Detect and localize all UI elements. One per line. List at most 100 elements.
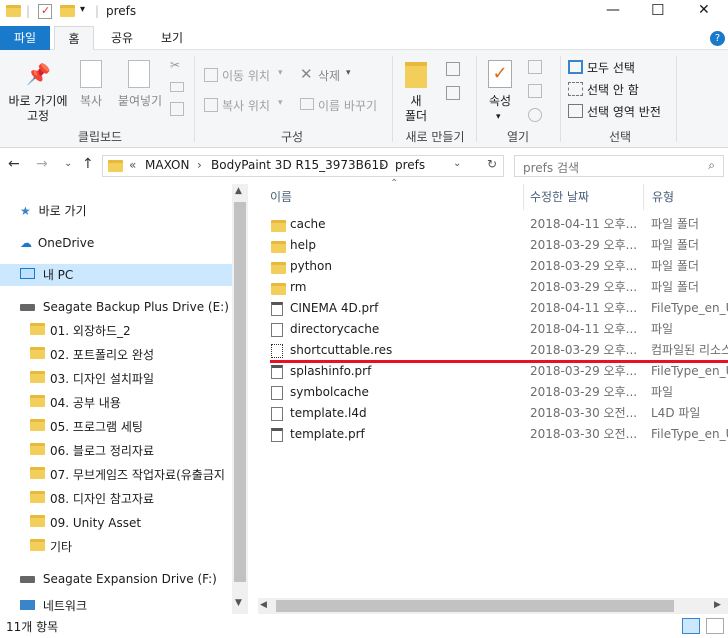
nav-folder[interactable]: 04. 공부 내용 xyxy=(30,392,121,414)
divider xyxy=(194,56,195,142)
nav-folder[interactable]: 07. 무브게임즈 작업자료(유출금지 xyxy=(30,464,232,486)
scroll-up-icon[interactable]: ▲ xyxy=(235,186,242,196)
nav-quick-access[interactable]: ★ 바로 가기 xyxy=(20,200,87,222)
star-icon: ★ xyxy=(20,204,31,218)
pin-to-quick-access-button[interactable]: 바로 가기에 고정 xyxy=(2,94,74,124)
nav-onedrive[interactable]: ☁ OneDrive xyxy=(20,232,94,254)
easy-access-icon[interactable] xyxy=(446,86,460,100)
column-header-name[interactable]: 이름 xyxy=(270,184,524,210)
open-icon[interactable] xyxy=(528,60,542,74)
large-icons-view-icon[interactable] xyxy=(706,618,724,634)
nav-folder[interactable]: 기타 xyxy=(30,536,72,558)
history-icon[interactable] xyxy=(528,108,542,122)
file-name: directorycache xyxy=(290,322,380,336)
scroll-left-icon[interactable]: ◀ xyxy=(260,600,267,610)
close-button[interactable]: ✕ xyxy=(698,2,710,18)
select-none-button[interactable]: 선택 안 함 xyxy=(587,81,639,98)
resource-file-icon xyxy=(271,344,283,358)
breadcrumb-maxon[interactable]: MAXON xyxy=(145,158,189,172)
paste-icon xyxy=(128,60,150,88)
delete-icon: ✕ xyxy=(300,65,313,83)
file-row[interactable]: shortcuttable.res 2018-03-29 오후... 컴파일된 … xyxy=(268,340,728,361)
tab-share[interactable]: 공유 xyxy=(102,26,142,50)
qat-dropdown-icon[interactable]: ▾ xyxy=(80,4,85,15)
file-date: 2018-03-30 오전... xyxy=(530,427,638,441)
nav-drive-f[interactable]: Seagate Expansion Drive (F:) xyxy=(20,568,217,590)
ribbon: 📌 바로 가기에 고정 복사 붙여넣기 ✂ 클립보드 이동 위치 ▾ 복사 위치… xyxy=(0,50,728,148)
nav-network[interactable]: 네트워크 xyxy=(20,598,87,614)
rename-button[interactable]: 이름 바꾸기 xyxy=(318,97,377,114)
cut-icon[interactable]: ✂ xyxy=(170,58,180,72)
address-dropdown-icon[interactable]: ⌄ xyxy=(453,158,461,169)
copy-to-button[interactable]: 복사 위치 xyxy=(222,97,270,114)
item-count: 11개 항목 xyxy=(6,620,59,634)
nav-folder[interactable]: 03. 디자인 설치파일 xyxy=(30,368,154,390)
back-arrow-icon[interactable]: ← xyxy=(8,156,20,172)
minimize-button[interactable]: — xyxy=(606,2,620,18)
paste-button[interactable]: 붙여넣기 xyxy=(114,94,166,109)
search-input[interactable]: prefs 검색 ⌕ xyxy=(514,155,724,177)
nav-folder[interactable]: 05. 프로그램 세팅 xyxy=(30,416,143,438)
file-row[interactable]: help 2018-03-29 오후... 파일 폴더 xyxy=(268,235,728,256)
tab-view[interactable]: 보기 xyxy=(152,26,192,50)
overflow-chevrons[interactable]: « xyxy=(129,158,136,172)
copy-button[interactable]: 복사 xyxy=(76,94,106,109)
file-row[interactable]: cache 2018-04-11 오후... 파일 폴더 xyxy=(268,214,728,235)
new-item-icon[interactable] xyxy=(446,62,460,76)
select-all-icon xyxy=(568,60,583,74)
nav-folder[interactable]: 09. Unity Asset xyxy=(30,512,141,534)
tab-home[interactable]: 홈 xyxy=(54,26,94,51)
recent-locations-chevron-icon[interactable]: ⌄ xyxy=(64,158,72,169)
nav-this-pc[interactable]: 내 PC xyxy=(0,264,232,286)
details-view-icon[interactable] xyxy=(682,618,700,634)
file-row[interactable]: CINEMA 4D.prf 2018-04-11 오후... FileType_… xyxy=(268,298,728,319)
file-list-scroll-thumb[interactable] xyxy=(276,600,674,612)
copy-path-icon[interactable] xyxy=(170,82,184,92)
nav-folder[interactable]: 01. 외장하드_2 xyxy=(30,320,131,342)
scroll-down-icon[interactable]: ▼ xyxy=(235,598,242,608)
nav-folder[interactable]: 02. 포트폴리오 완성 xyxy=(30,344,154,366)
qat-separator: | xyxy=(26,4,31,18)
file-name: symbolcache xyxy=(290,385,369,399)
select-all-button[interactable]: 모두 선택 xyxy=(587,59,635,76)
paste-shortcut-icon[interactable] xyxy=(170,102,184,116)
nav-folder[interactable]: 06. 블로그 정리자료 xyxy=(30,440,154,462)
new-folder-qat-icon[interactable] xyxy=(60,5,75,20)
file-row[interactable]: symbolcache 2018-03-29 오후... 파일 xyxy=(268,382,728,403)
column-header-date[interactable]: 수정한 날짜 xyxy=(530,184,644,210)
breadcrumb-prefs[interactable]: prefs xyxy=(395,158,425,172)
nav-scrollbar[interactable]: ▲ ▼ xyxy=(232,184,248,614)
file-row[interactable]: splashinfo.prf 2018-03-29 오후... FileType… xyxy=(268,361,728,382)
refresh-icon[interactable]: ↻ xyxy=(487,157,497,171)
new-folder-button[interactable]: 새 폴더 xyxy=(398,94,434,124)
tab-file[interactable]: 파일 xyxy=(0,26,50,50)
help-icon[interactable]: ? xyxy=(710,31,725,46)
folder-icon xyxy=(30,443,45,455)
invert-selection-button[interactable]: 선택 영역 반전 xyxy=(587,103,661,120)
forward-arrow-icon[interactable]: → xyxy=(36,156,48,172)
scroll-right-icon[interactable]: ▶ xyxy=(714,600,721,610)
maximize-button[interactable]: ☐ xyxy=(651,1,664,19)
prf-file-icon xyxy=(271,365,283,379)
edit-icon[interactable] xyxy=(528,84,542,98)
file-row[interactable]: rm 2018-03-29 오후... 파일 폴더 xyxy=(268,277,728,298)
nav-folder[interactable]: 08. 디자인 참고자료 xyxy=(30,488,154,510)
move-to-button[interactable]: 이동 위치 xyxy=(222,67,270,84)
column-header-type[interactable]: 유형 xyxy=(652,184,728,210)
properties-qat-icon[interactable]: ✓ xyxy=(38,4,52,19)
up-arrow-icon[interactable]: ↑ xyxy=(82,156,94,172)
file-row[interactable]: python 2018-03-29 오후... 파일 폴더 xyxy=(268,256,728,277)
properties-button[interactable]: 속성 xyxy=(482,94,518,109)
file-row[interactable]: template.prf 2018-03-30 오전... FileType_e… xyxy=(268,424,728,445)
search-icon[interactable]: ⌕ xyxy=(708,158,715,173)
file-list-scrollbar[interactable]: ◀ ▶ xyxy=(258,598,728,614)
nav-drive-e[interactable]: Seagate Backup Plus Drive (E:) xyxy=(20,296,229,318)
cloud-icon: ☁ xyxy=(20,236,32,250)
delete-button[interactable]: 삭제 xyxy=(318,67,340,84)
file-type: 파일 xyxy=(651,322,674,336)
breadcrumb-bodypaint[interactable]: BodyPaint 3D R15_3973B61D xyxy=(211,158,388,172)
nav-scroll-thumb[interactable] xyxy=(234,202,246,582)
address-box[interactable]: « MAXON › BodyPaint 3D R15_3973B61D › pr… xyxy=(102,155,504,177)
file-row[interactable]: directorycache 2018-04-11 오후... 파일 xyxy=(268,319,728,340)
file-row[interactable]: template.l4d 2018-03-30 오전... L4D 파일 xyxy=(268,403,728,424)
